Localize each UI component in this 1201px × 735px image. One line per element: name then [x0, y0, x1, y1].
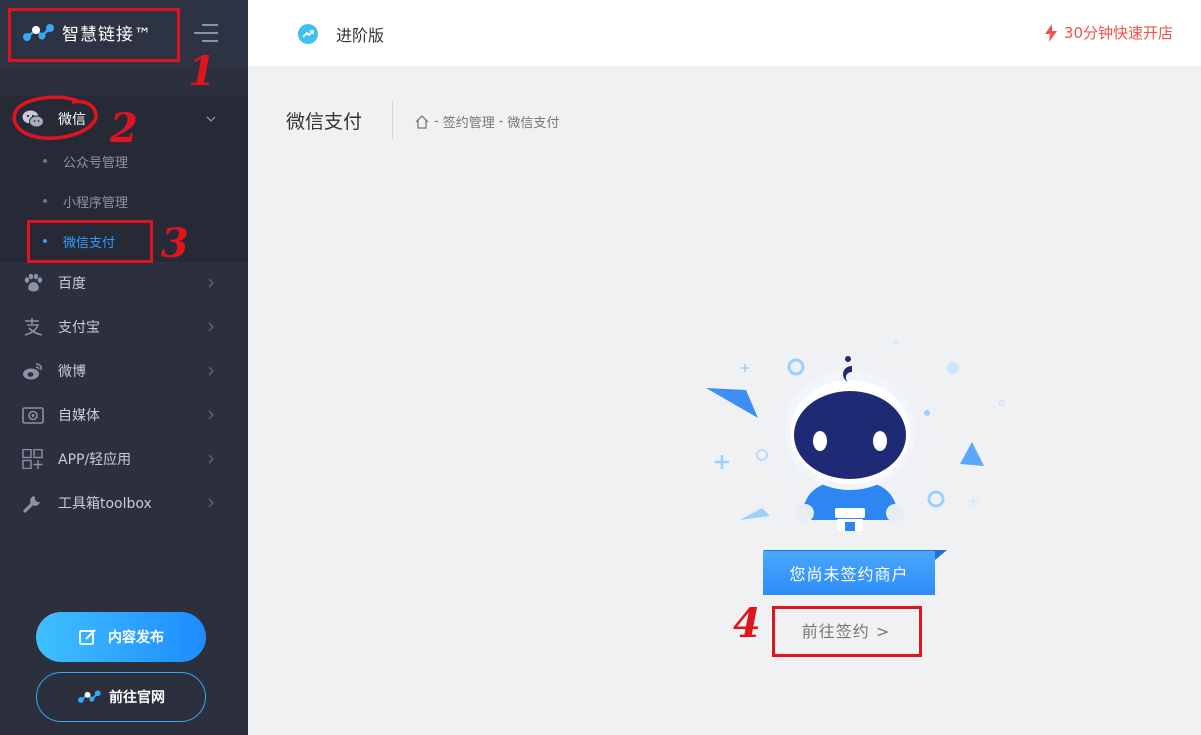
go-website-label: 前往官网: [109, 690, 165, 706]
sidebar-item-label: 支付宝: [58, 320, 100, 336]
annotation-number-2: 2: [110, 105, 138, 152]
empty-state-message: 您尚未签约商户: [789, 565, 909, 584]
page-title: 微信支付: [286, 111, 363, 133]
annotation-box-4: [772, 606, 922, 657]
chevron-right-icon: [208, 410, 214, 420]
sidebar-item-label: 工具箱toolbox: [58, 496, 152, 512]
sidebar-item-alipay[interactable]: 支付宝: [0, 305, 248, 349]
top-header: 进阶版 30分钟快速开店: [248, 0, 1201, 66]
quick-open-label: 30分钟快速开店: [1063, 24, 1173, 42]
sidebar-subitem-label: 公众号管理: [63, 156, 129, 171]
annotation-number-3: 3: [161, 220, 189, 267]
annotation-number-4: 4: [733, 600, 761, 647]
sidebar-item-label: 百度: [58, 276, 86, 292]
annotation-box-3: [27, 220, 153, 263]
lightning-icon: [1044, 23, 1057, 42]
sidebar-item-label: 微博: [58, 364, 86, 380]
menu-toggle-icon[interactable]: [194, 24, 218, 42]
sidebar-item-toolbox[interactable]: 工具箱toolbox: [0, 481, 248, 525]
breadcrumb-item: 微信支付: [507, 116, 560, 131]
media-icon: [22, 407, 44, 424]
chevron-right-icon: [208, 322, 214, 332]
publish-content-button[interactable]: 内容发布: [36, 612, 206, 662]
quick-open-store-link[interactable]: 30分钟快速开店: [1044, 22, 1173, 43]
logo-icon: [78, 690, 101, 703]
edit-icon: [79, 629, 96, 645]
alipay-icon: [24, 318, 43, 336]
publish-content-label: 内容发布: [108, 630, 164, 646]
sidebar-item-baidu[interactable]: 百度: [0, 261, 248, 305]
go-website-button[interactable]: 前往官网: [36, 672, 206, 722]
bullet-icon: [43, 159, 47, 163]
paw-icon: [24, 273, 43, 292]
chevron-right-icon: [208, 454, 214, 464]
sidebar-item-label: APP/轻应用: [58, 452, 132, 468]
breadcrumb-separator: -: [498, 114, 504, 129]
annotation-number-1: 1: [188, 48, 216, 95]
trend-up-icon: [298, 24, 318, 44]
chevron-right-icon: [208, 498, 214, 508]
chevron-right-icon: [208, 366, 214, 376]
edition-label: 进阶版: [336, 26, 385, 45]
weibo-icon: [23, 363, 43, 380]
bullet-icon: [43, 199, 47, 203]
sidebar-item-weibo[interactable]: 微博: [0, 349, 248, 393]
edition-badge: 进阶版: [298, 22, 384, 46]
annotation-box-1: [8, 8, 180, 62]
app-grid-icon: [22, 449, 43, 469]
sidebar-item-media[interactable]: 自媒体: [0, 393, 248, 437]
title-divider: [392, 101, 393, 139]
sidebar-subitem-label: 小程序管理: [63, 196, 129, 211]
wrench-icon: [23, 496, 40, 513]
breadcrumb-separator: -: [434, 114, 439, 129]
breadcrumb: - 签约管理 - 微信支付: [414, 112, 559, 131]
sidebar-item-app[interactable]: APP/轻应用: [0, 437, 248, 481]
breadcrumb-item[interactable]: 签约管理: [443, 112, 495, 131]
annotation-circle-2: [12, 95, 98, 140]
chevron-down-icon: [206, 116, 216, 122]
sidebar-subitem-miniprogram[interactable]: 小程序管理: [0, 181, 248, 221]
sidebar-item-label: 自媒体: [58, 408, 100, 424]
home-icon[interactable]: [414, 114, 430, 130]
chevron-right-icon: [208, 278, 214, 288]
